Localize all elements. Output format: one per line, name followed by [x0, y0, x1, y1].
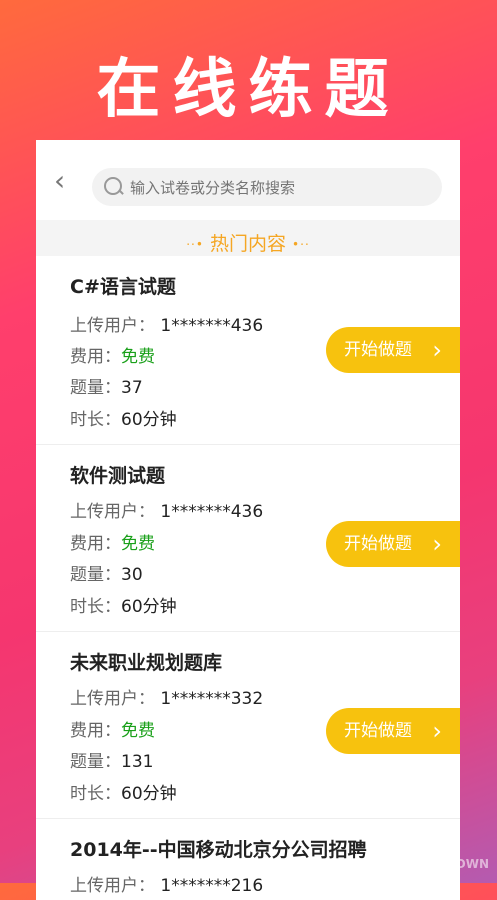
start-label: 开始做题 [344, 534, 412, 554]
section-dots-left: ··• [186, 237, 204, 252]
start-label: 开始做题 [344, 340, 412, 360]
section-title: 热门内容 [209, 233, 286, 255]
search-icon [104, 177, 122, 195]
item-title: 未来职业规划题库 [70, 652, 223, 674]
list-item[interactable]: C#语言试题 上传用户： 1*******436 费用：免费 题量：37 时长：… [36, 256, 460, 445]
item-fee: 费用：免费 [70, 716, 155, 741]
chevron-right-icon: › [432, 336, 442, 364]
banner-title: 在线练题 [96, 53, 401, 127]
duration-label: 时长： [70, 410, 121, 430]
start-quiz-button[interactable]: 开始做题 › [326, 521, 460, 567]
uploader-label: 上传用户： [70, 316, 155, 336]
item-title: 2014年--中国移动北京分公司招聘 [70, 839, 367, 861]
item-duration: 时长：60分钟 [70, 592, 177, 617]
count-label: 题量： [70, 752, 121, 772]
watermark-logo: 138DOWN [375, 837, 489, 877]
item-uploader: 上传用户： 1*******332 [70, 684, 263, 709]
fee-label: 费用： [70, 534, 121, 554]
item-uploader: 上传用户： 1*******436 [70, 311, 263, 336]
search-input[interactable] [128, 168, 432, 208]
search-header: ‹ [36, 140, 460, 220]
uploader-value: 1*******216 [160, 876, 264, 896]
back-arrow-icon[interactable]: ‹ [54, 167, 76, 195]
duration-value: 60分钟 [121, 410, 177, 430]
fee-value: 免费 [121, 347, 155, 367]
item-count: 题量：30 [70, 560, 143, 585]
app-screen: ‹ ··• 热门内容 •·· C#语言试题 上传用户： 1*******436 … [36, 140, 460, 900]
section-header: ··• 热门内容 •·· [36, 220, 460, 256]
fee-value: 免费 [121, 721, 155, 741]
uploader-label: 上传用户： [70, 876, 155, 896]
item-fee: 费用：免费 [70, 529, 155, 554]
item-uploader: 上传用户： 1*******436 [70, 497, 263, 522]
watermark-text: 138 [374, 837, 446, 877]
item-duration: 时长：60分钟 [70, 779, 177, 804]
duration-label: 时长： [70, 784, 121, 804]
search-box[interactable] [92, 168, 442, 208]
uploader-label: 上传用户： [70, 689, 155, 709]
duration-value: 60分钟 [121, 784, 177, 804]
item-duration: 时长：60分钟 [70, 405, 177, 430]
uploader-value: 1*******332 [160, 689, 264, 709]
count-value: 30 [121, 565, 143, 585]
fee-label: 费用： [70, 721, 121, 741]
item-uploader: 上传用户： 1*******216 [70, 871, 263, 896]
start-label: 开始做题 [344, 721, 412, 741]
item-title: C#语言试题 [70, 276, 176, 298]
item-count: 题量：131 [70, 747, 153, 772]
count-label: 题量： [70, 378, 121, 398]
item-title: 软件测试题 [70, 465, 166, 487]
item-fee: 费用：免费 [70, 342, 155, 367]
start-quiz-button[interactable]: 开始做题 › [326, 327, 460, 373]
count-label: 题量： [70, 565, 121, 585]
list-item[interactable]: 软件测试题 上传用户： 1*******436 费用：免费 题量：30 时长：6… [36, 445, 460, 632]
uploader-value: 1*******436 [160, 502, 264, 522]
list-item[interactable]: 未来职业规划题库 上传用户： 1*******332 费用：免费 题量：131 … [36, 632, 460, 819]
fee-label: 费用： [70, 347, 121, 367]
fee-value: 免费 [121, 534, 155, 554]
duration-label: 时长： [70, 597, 121, 617]
chevron-right-icon: › [432, 530, 442, 558]
chevron-right-icon: › [432, 717, 442, 745]
watermark-small: DOWN [445, 857, 489, 871]
uploader-value: 1*******436 [160, 316, 264, 336]
item-count: 题量：37 [70, 373, 143, 398]
count-value: 37 [121, 378, 143, 398]
section-dots-right: •·· [292, 237, 310, 252]
uploader-label: 上传用户： [70, 502, 155, 522]
start-quiz-button[interactable]: 开始做题 › [326, 708, 460, 754]
duration-value: 60分钟 [121, 597, 177, 617]
count-value: 131 [121, 752, 154, 772]
